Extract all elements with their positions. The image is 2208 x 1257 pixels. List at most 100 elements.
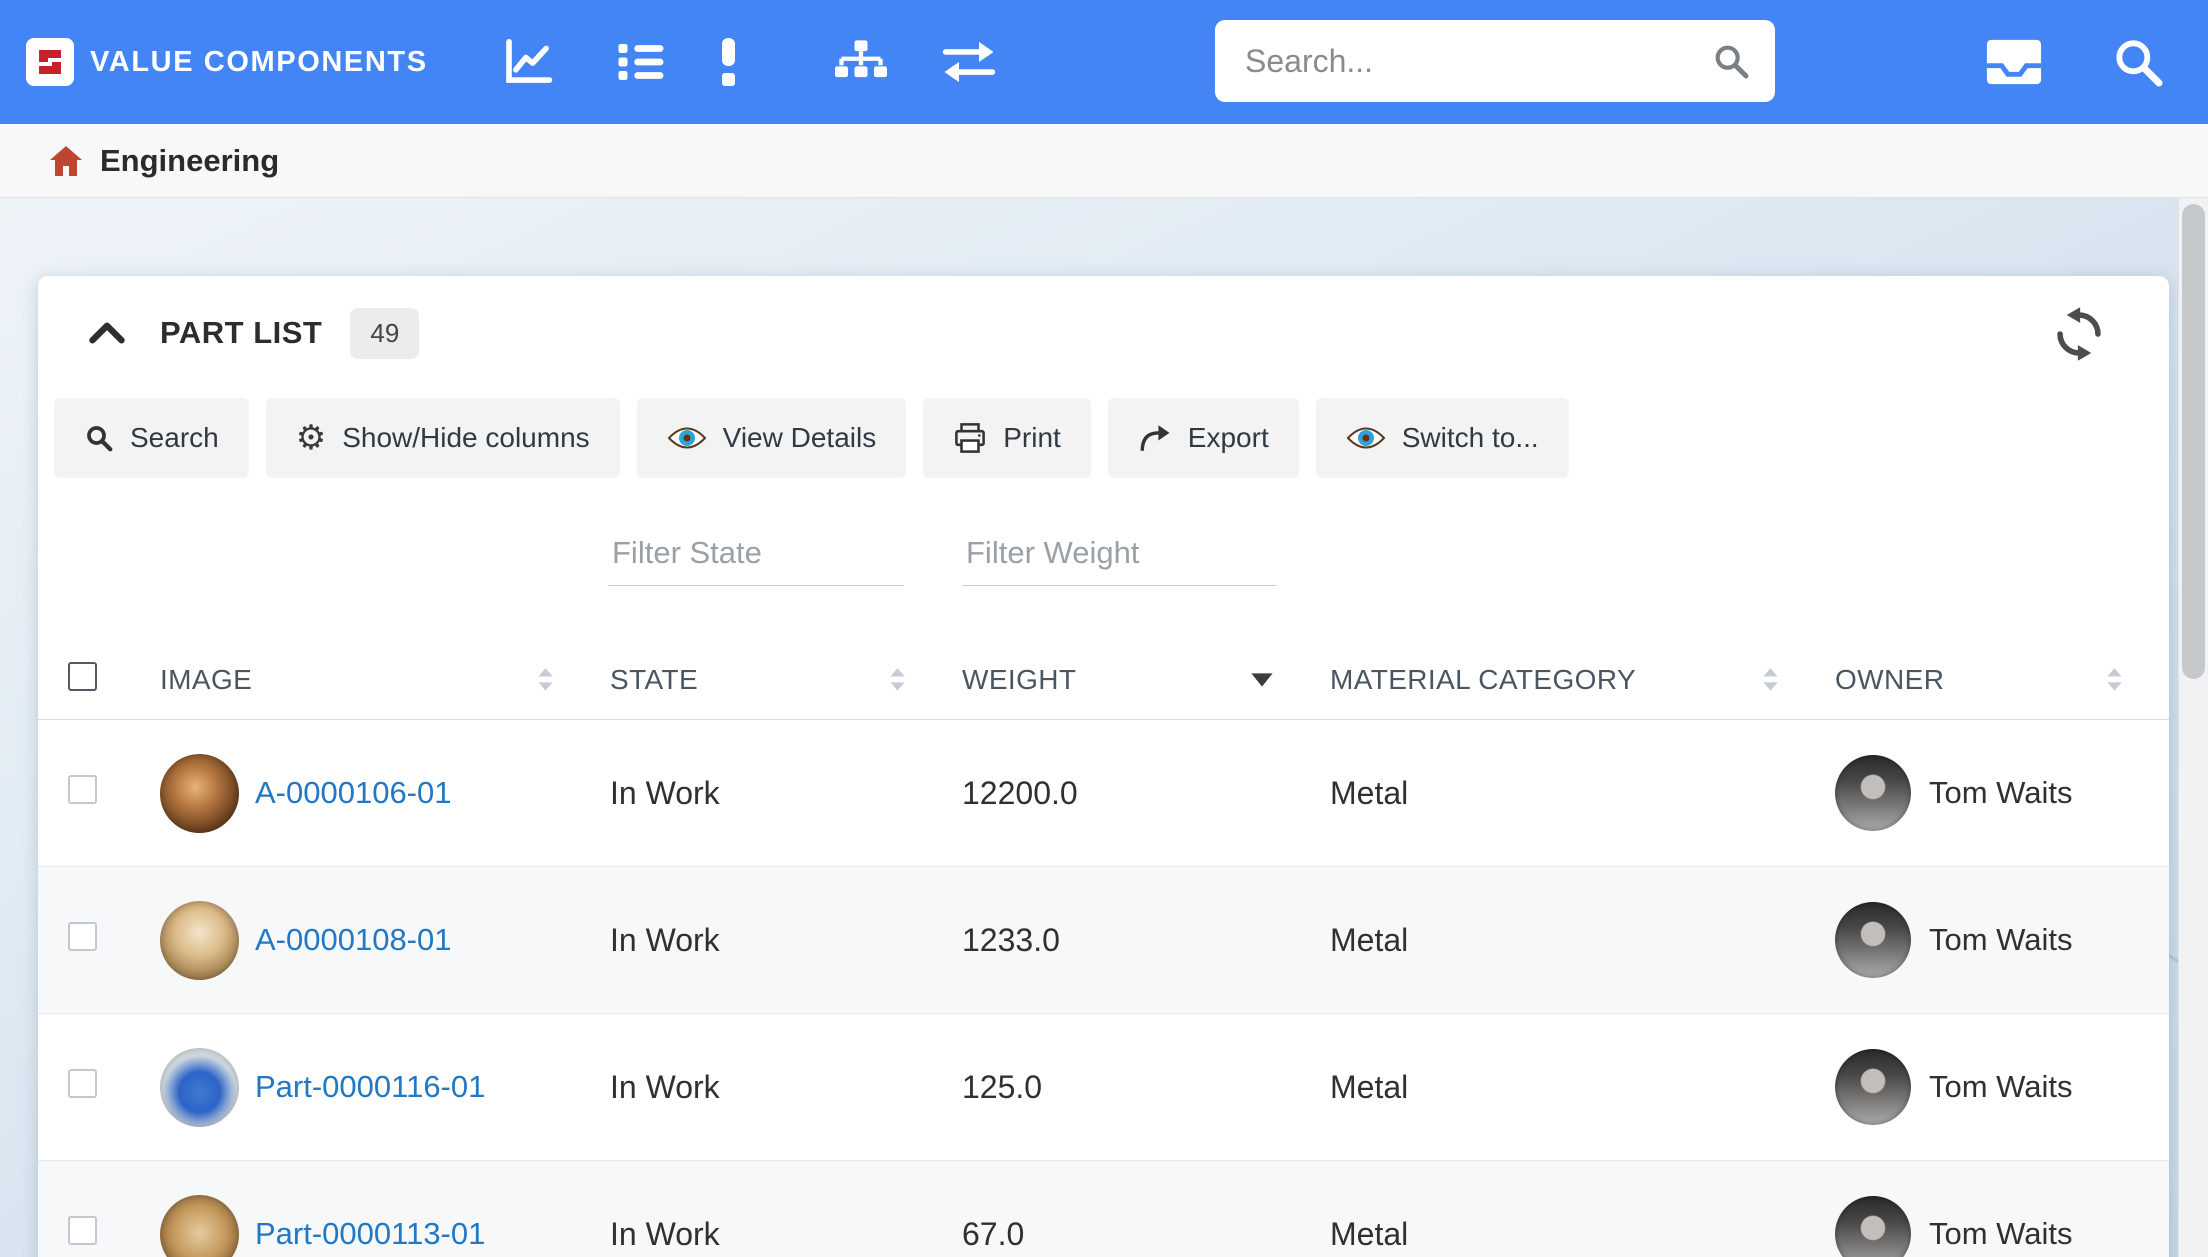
button-label: Show/Hide columns bbox=[342, 422, 589, 454]
breadcrumb-label: Engineering bbox=[100, 143, 279, 179]
part-number-link[interactable]: A-0000108-01 bbox=[255, 922, 452, 958]
column-label: IMAGE bbox=[160, 664, 252, 696]
column-header-image[interactable]: IMAGE bbox=[134, 640, 584, 719]
table-row[interactable]: Part-0000116-01 In Work 125.0 Metal Tom … bbox=[38, 1014, 2169, 1161]
button-label: Export bbox=[1188, 422, 1269, 454]
weight-cell: 67.0 bbox=[936, 1216, 1304, 1253]
print-button[interactable]: Print bbox=[923, 398, 1091, 478]
search-button[interactable]: Search bbox=[54, 398, 249, 478]
panel-title: PART LIST bbox=[160, 315, 322, 351]
owner-cell: Tom Waits bbox=[1809, 1196, 2153, 1257]
sort-both-icon bbox=[889, 667, 906, 693]
column-filter-row bbox=[38, 522, 2169, 594]
state-cell: In Work bbox=[584, 1216, 936, 1253]
home-icon bbox=[48, 144, 84, 178]
printer-icon bbox=[953, 421, 987, 455]
weight-cell: 125.0 bbox=[936, 1069, 1304, 1106]
inbox-button[interactable] bbox=[1982, 0, 2046, 124]
collapse-panel-button[interactable] bbox=[84, 313, 130, 353]
breadcrumb-home-link[interactable]: Engineering bbox=[48, 143, 279, 179]
weight-cell: 1233.0 bbox=[936, 922, 1304, 959]
topbar-search-button[interactable] bbox=[2110, 0, 2166, 124]
logo-icon bbox=[34, 46, 66, 78]
show-hide-columns-button[interactable]: ⚙ Show/Hide columns bbox=[266, 398, 620, 478]
row-checkbox[interactable] bbox=[68, 1069, 97, 1098]
row-checkbox[interactable] bbox=[68, 922, 97, 951]
sort-both-icon bbox=[537, 667, 554, 693]
button-label: Switch to... bbox=[1402, 422, 1539, 454]
filter-state-input[interactable] bbox=[608, 535, 904, 586]
column-header-material-category[interactable]: MATERIAL CATEGORY bbox=[1304, 640, 1809, 719]
weight-cell: 12200.0 bbox=[936, 775, 1304, 812]
column-header-state[interactable]: STATE bbox=[584, 640, 936, 719]
part-thumbnail bbox=[160, 1195, 239, 1257]
owner-avatar bbox=[1835, 1049, 1911, 1125]
column-label: WEIGHT bbox=[962, 664, 1076, 696]
panel-toolbar: Search ⚙ Show/Hide columns View Details bbox=[54, 398, 2169, 478]
eye-icon bbox=[667, 424, 707, 452]
row-checkbox[interactable] bbox=[68, 775, 97, 804]
workflow-nav-button[interactable] bbox=[940, 0, 998, 124]
row-checkbox[interactable] bbox=[68, 1216, 97, 1245]
search-icon[interactable] bbox=[1711, 41, 1751, 81]
refresh-button[interactable] bbox=[2047, 302, 2111, 366]
scrollbar-thumb[interactable] bbox=[2182, 204, 2205, 679]
top-navigation-bar: VALUE COMPONENTS bbox=[0, 0, 2208, 124]
material-cell: Metal bbox=[1304, 1216, 1809, 1253]
structure-nav-button[interactable] bbox=[832, 0, 890, 124]
material-cell: Metal bbox=[1304, 1069, 1809, 1106]
part-number-link[interactable]: Part-0000116-01 bbox=[255, 1069, 485, 1105]
column-header-owner[interactable]: OWNER bbox=[1809, 640, 2153, 719]
global-search-input[interactable] bbox=[1215, 43, 1711, 80]
task-list-nav-button[interactable] bbox=[614, 0, 668, 124]
alerts-nav-button[interactable] bbox=[722, 0, 735, 124]
table-row[interactable]: Part-0000113-01 In Work 67.0 Metal Tom W… bbox=[38, 1161, 2169, 1257]
button-label: View Details bbox=[723, 422, 877, 454]
result-count-badge: 49 bbox=[350, 308, 419, 359]
row-checkbox-cell bbox=[54, 1069, 134, 1106]
image-cell: A-0000108-01 bbox=[134, 901, 584, 980]
sort-both-icon bbox=[2106, 667, 2123, 693]
search-icon bbox=[84, 423, 114, 453]
select-all-checkbox[interactable] bbox=[68, 662, 97, 691]
image-cell: A-0000106-01 bbox=[134, 754, 584, 833]
panel-header: PART LIST 49 bbox=[84, 304, 2169, 362]
breadcrumb: Engineering bbox=[0, 124, 2208, 198]
view-details-button[interactable]: View Details bbox=[637, 398, 907, 478]
main-content-area: PART LIST 49 Search ⚙ bbox=[0, 198, 2208, 1257]
export-button[interactable]: Export bbox=[1108, 398, 1299, 478]
part-thumbnail bbox=[160, 901, 239, 980]
owner-name: Tom Waits bbox=[1929, 1069, 2073, 1105]
reports-nav-button[interactable] bbox=[500, 0, 554, 124]
table-header-row: IMAGE STATE WEIGHT MATERIAL CATEGORY bbox=[38, 640, 2169, 720]
switch-to-button[interactable]: Switch to... bbox=[1316, 398, 1569, 478]
sitemap-icon bbox=[832, 36, 890, 88]
brand-name: VALUE COMPONENTS bbox=[90, 0, 428, 124]
swap-arrows-icon bbox=[940, 39, 998, 85]
line-chart-icon bbox=[500, 35, 554, 89]
chevron-up-icon bbox=[87, 320, 127, 346]
image-cell: Part-0000116-01 bbox=[134, 1048, 584, 1127]
column-label: MATERIAL CATEGORY bbox=[1330, 664, 1636, 696]
part-number-link[interactable]: Part-0000113-01 bbox=[255, 1216, 485, 1252]
column-header-weight[interactable]: WEIGHT bbox=[936, 640, 1304, 719]
sort-both-icon bbox=[1762, 667, 1779, 693]
exclamation-icon bbox=[722, 38, 735, 86]
app-logo[interactable] bbox=[26, 38, 74, 86]
column-label: STATE bbox=[610, 664, 698, 696]
scrollbar-track[interactable] bbox=[2178, 198, 2208, 1257]
state-cell: In Work bbox=[584, 775, 936, 812]
table-row[interactable]: A-0000108-01 In Work 1233.0 Metal Tom Wa… bbox=[38, 867, 2169, 1014]
part-number-link[interactable]: A-0000106-01 bbox=[255, 775, 452, 811]
column-label: OWNER bbox=[1835, 664, 1944, 696]
owner-avatar bbox=[1835, 1196, 1911, 1257]
filter-weight-input[interactable] bbox=[962, 535, 1276, 586]
owner-avatar bbox=[1835, 755, 1911, 831]
checklist-icon bbox=[614, 35, 668, 89]
row-checkbox-cell bbox=[54, 775, 134, 812]
image-cell: Part-0000113-01 bbox=[134, 1195, 584, 1257]
owner-cell: Tom Waits bbox=[1809, 1049, 2153, 1125]
button-label: Search bbox=[130, 422, 219, 454]
table-row[interactable]: A-0000106-01 In Work 12200.0 Metal Tom W… bbox=[38, 720, 2169, 867]
row-checkbox-cell bbox=[54, 922, 134, 959]
